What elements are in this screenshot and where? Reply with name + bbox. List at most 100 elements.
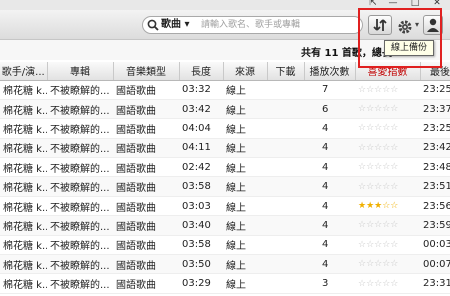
length-cell: 03:03	[179, 196, 223, 217]
last-played-cell: 23:37-2	[420, 99, 450, 120]
last-played-cell: 23:42-2	[420, 138, 450, 159]
sync-button[interactable]	[368, 15, 392, 35]
sync-arrows-icon	[373, 19, 387, 31]
length-cell: 03:50	[179, 254, 223, 275]
window-titlebar: ⇱ — □ ✕	[0, 0, 450, 10]
table-header-row: 歌手/演... 專輯 音樂類型 長度 來源 下載 播放次數 喜愛指數 最後	[0, 62, 450, 81]
artist-cell: 棉花糖 k...	[0, 176, 47, 197]
genre-cell: 國語歌曲	[113, 118, 179, 139]
table-row[interactable]: 棉花糖 k...不被瞭解的...國語歌曲02:42線上 4☆☆☆☆☆23:48-2	[0, 157, 450, 178]
column-genre[interactable]: 音樂類型	[113, 62, 180, 81]
rating-stars[interactable]: ☆☆☆☆☆	[355, 235, 420, 256]
length-cell: 04:04	[179, 118, 223, 139]
download-cell	[267, 176, 304, 197]
account-button[interactable]	[423, 15, 443, 35]
play-count-cell: 4	[304, 118, 355, 139]
column-length[interactable]: 長度	[179, 62, 224, 81]
album-cell: 不被瞭解的...	[47, 196, 113, 217]
play-count-cell: 4	[304, 157, 355, 178]
source-cell: 線上	[223, 235, 267, 256]
column-rating[interactable]: 喜愛指數	[355, 62, 421, 81]
table-row[interactable]: 棉花糖 k...不被瞭解的...國語歌曲03:03線上 4★★★☆☆23:56-2	[0, 196, 450, 217]
table-row[interactable]: 棉花糖 k...不被瞭解的...國語歌曲04:04線上 4☆☆☆☆☆23:25-2	[0, 118, 450, 139]
table-row[interactable]: 棉花糖 k...不被瞭解的...國語歌曲03:58線上 4☆☆☆☆☆00:03-2	[0, 235, 450, 256]
genre-cell: 國語歌曲	[113, 176, 179, 197]
last-played-cell: 23:48-2	[420, 157, 450, 178]
minimize-button[interactable]: —	[384, 0, 402, 8]
album-cell: 不被瞭解的...	[47, 118, 113, 139]
length-cell: 03:40	[179, 215, 223, 236]
artist-cell: 棉花糖 k...	[0, 80, 47, 100]
download-cell	[267, 235, 304, 256]
search-box[interactable]: 歌曲 ▾	[142, 16, 363, 34]
genre-cell: 國語歌曲	[113, 196, 179, 217]
length-cell: 04:11	[179, 138, 223, 159]
gear-icon	[398, 20, 412, 34]
last-played-cell: 23:56-2	[420, 196, 450, 217]
length-cell: 02:42	[179, 157, 223, 178]
download-cell	[267, 215, 304, 236]
artist-cell: 棉花糖 k...	[0, 254, 47, 275]
table-row[interactable]: 棉花糖 k...不被瞭解的...國語歌曲03:29線上 3☆☆☆☆☆23:31-2	[0, 273, 450, 294]
artist-cell: 棉花糖 k...	[0, 118, 47, 139]
column-download[interactable]: 下載	[267, 62, 305, 81]
user-icon	[427, 18, 439, 32]
source-cell: 線上	[223, 138, 267, 159]
rating-stars[interactable]: ☆☆☆☆☆	[355, 138, 420, 159]
album-cell: 不被瞭解的...	[47, 235, 113, 256]
rating-stars[interactable]: ☆☆☆☆☆	[355, 157, 420, 178]
search-scope-label: 歌曲	[161, 19, 181, 30]
table-row[interactable]: 棉花糖 k...不被瞭解的...國語歌曲03:42線上 6☆☆☆☆☆23:37-2	[0, 99, 450, 120]
album-cell: 不被瞭解的...	[47, 176, 113, 197]
rating-stars[interactable]: ☆☆☆☆☆	[355, 80, 420, 100]
maximize-button[interactable]: □	[406, 0, 424, 8]
table-row[interactable]: 棉花糖 k...不被瞭解的...國語歌曲03:50線上 4☆☆☆☆☆00:07-2	[0, 254, 450, 275]
play-count-cell: 4	[304, 215, 355, 236]
settings-dropdown-arrow-icon[interactable]: ▾	[415, 20, 419, 29]
song-count-text: 共有 11 首歌，總長	[301, 48, 392, 59]
rating-stars[interactable]: ☆☆☆☆☆	[355, 273, 420, 294]
artist-cell: 棉花糖 k...	[0, 215, 47, 236]
rating-stars[interactable]: ☆☆☆☆☆	[355, 254, 420, 275]
album-cell: 不被瞭解的...	[47, 215, 113, 236]
rating-stars[interactable]: ★★★☆☆	[355, 196, 420, 217]
column-artist[interactable]: 歌手/演...	[0, 62, 48, 81]
source-cell: 線上	[223, 215, 267, 236]
play-count-cell: 3	[304, 273, 355, 294]
download-cell	[267, 99, 304, 120]
column-last-played[interactable]: 最後	[420, 62, 450, 81]
table-row[interactable]: 棉花糖 k...不被瞭解的...國語歌曲03:40線上 4☆☆☆☆☆23:59-2	[0, 215, 450, 236]
play-count-cell: 4	[304, 138, 355, 159]
column-album[interactable]: 專輯	[47, 62, 114, 81]
last-played-cell: 23:59-2	[420, 215, 450, 236]
source-cell: 線上	[223, 118, 267, 139]
genre-cell: 國語歌曲	[113, 273, 179, 294]
genre-cell: 國語歌曲	[113, 99, 179, 120]
download-cell	[267, 138, 304, 159]
genre-cell: 國語歌曲	[113, 138, 179, 159]
genre-cell: 國語歌曲	[113, 157, 179, 178]
rating-stars[interactable]: ☆☆☆☆☆	[355, 99, 420, 120]
rating-stars[interactable]: ☆☆☆☆☆	[355, 118, 420, 139]
column-play-count[interactable]: 播放次數	[304, 62, 356, 81]
last-played-cell: 00:07-2	[420, 254, 450, 275]
source-cell: 線上	[223, 196, 267, 217]
table-row[interactable]: 棉花糖 k...不被瞭解的...國語歌曲03:58線上 4☆☆☆☆☆23:51-2	[0, 176, 450, 197]
rating-stars[interactable]: ☆☆☆☆☆	[355, 176, 420, 197]
mini-mode-icon[interactable]: ⇱	[364, 0, 382, 8]
song-table: 歌手/演... 專輯 音樂類型 長度 來源 下載 播放次數 喜愛指數 最後 棉花…	[0, 62, 450, 294]
info-bar: 共有 11 首歌，總長	[0, 40, 450, 60]
length-cell: 03:32	[179, 80, 223, 100]
last-played-cell: 23:51-2	[420, 176, 450, 197]
table-row[interactable]: 棉花糖 k...不被瞭解的...國語歌曲04:11線上 4☆☆☆☆☆23:42-2	[0, 138, 450, 159]
search-scope-dropdown[interactable]: 歌曲 ▾	[161, 18, 190, 32]
genre-cell: 國語歌曲	[113, 80, 179, 100]
table-row[interactable]: 棉花糖 k...不被瞭解的...國語歌曲03:32線上 7☆☆☆☆☆23:25-2	[0, 80, 450, 100]
source-cell: 線上	[223, 157, 267, 178]
search-input[interactable]	[201, 18, 359, 32]
rating-stars[interactable]: ☆☆☆☆☆	[355, 215, 420, 236]
artist-cell: 棉花糖 k...	[0, 157, 47, 178]
album-cell: 不被瞭解的...	[47, 99, 113, 120]
column-source[interactable]: 來源	[223, 62, 268, 81]
close-button[interactable]: ✕	[428, 0, 446, 8]
